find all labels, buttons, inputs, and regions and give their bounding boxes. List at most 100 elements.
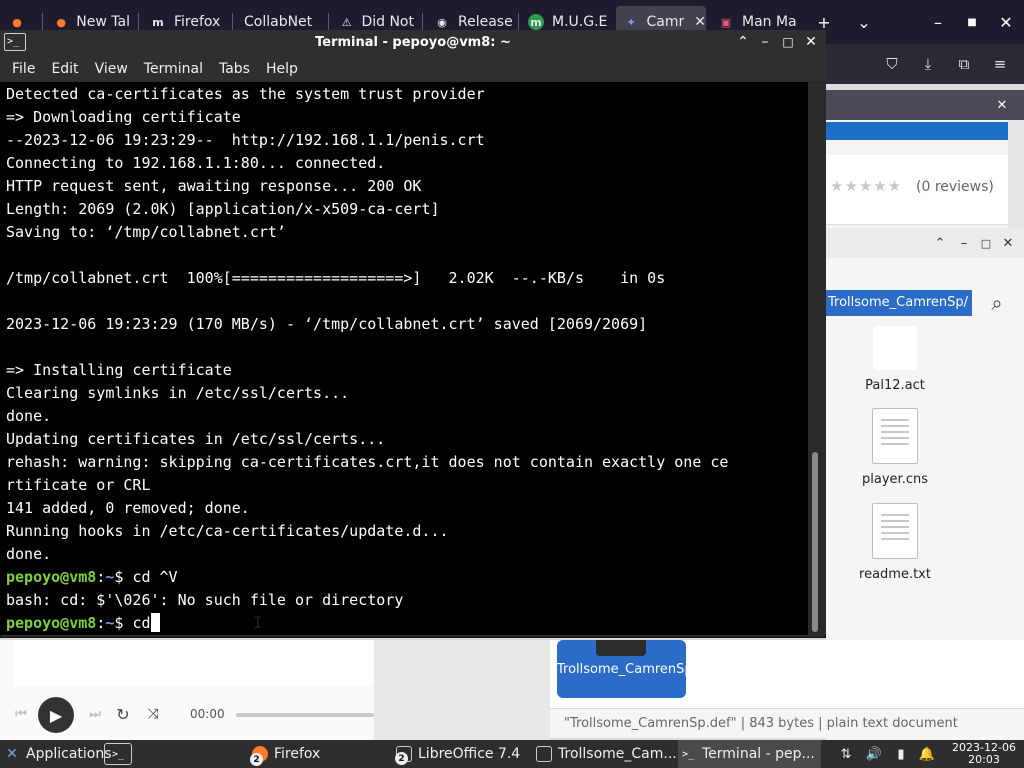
text-file-icon [872, 503, 918, 559]
terminal-launcher[interactable]: >_ [104, 740, 138, 768]
task-file-manager[interactable]: Trollsome_Cam... [536, 740, 677, 768]
text-cursor [150, 613, 160, 632]
terminal-line: Saving to: ‘/tmp/collabnet.crt’ [6, 223, 286, 241]
terminal-line: done. [6, 407, 52, 425]
seek-bar[interactable] [236, 713, 374, 717]
terminal-line: rtificate or CRL [6, 476, 151, 494]
terminal-line: ​ [6, 244, 808, 267]
task-terminal[interactable]: >_ Terminal - pep... [678, 740, 821, 768]
network-icon[interactable]: ⇅ [838, 746, 854, 762]
firefox-icon: 2 [250, 746, 268, 766]
download-icon[interactable]: ⤓ [918, 54, 938, 74]
menu-terminal[interactable]: Terminal [144, 61, 203, 77]
file-item[interactable]: Pal12.act [835, 326, 955, 393]
browser-toolbar: ⛉ ⤓ ⧉ ≡ [826, 44, 1024, 84]
minimize-button[interactable]: – [756, 33, 774, 51]
file-item[interactable]: player.cns [835, 408, 955, 487]
site-icon: ✦ [626, 15, 636, 29]
close-button[interactable]: ✕ [1000, 235, 1016, 251]
extensions-icon[interactable]: ⧉ [954, 54, 974, 74]
reviews-count: (0 reviews) [916, 179, 994, 195]
man-icon: ▣ [720, 15, 732, 29]
file-icon [596, 640, 646, 656]
task-firefox[interactable]: 2 Firefox [250, 740, 320, 768]
minimize-button[interactable]: – [956, 235, 972, 251]
pocket-icon[interactable]: ⛉ [882, 54, 902, 74]
m-green-icon: m [528, 14, 544, 30]
command-text: cd ^V [132, 568, 178, 586]
task-libreoffice[interactable]: 2 LibreOffice 7.4 [395, 740, 520, 768]
shuffle-icon[interactable]: ⤨ [144, 705, 162, 723]
menu-tabs[interactable]: Tabs [219, 61, 250, 77]
close-button[interactable]: ✕ [802, 33, 820, 51]
terminal-line: Running hooks in /etc/ca-certificates/up… [6, 522, 449, 540]
terminal-output[interactable]: Detected ca-certificates as the system t… [0, 82, 808, 635]
terminal-line: /tmp/collabnet.crt 100%[================… [6, 269, 666, 287]
ibeam-cursor-icon: I [253, 613, 263, 632]
close-tab-icon[interactable]: ✕ [694, 14, 706, 30]
terminal-line: Length: 2069 (2.0K) [application/x-x509-… [6, 200, 440, 218]
close-window-button[interactable]: ✕ [992, 8, 1020, 36]
prompt-user: pepoyo@vm8 [6, 614, 97, 632]
warning-icon: ⚠ [341, 15, 352, 29]
terminal-app-icon[interactable]: >_ [4, 33, 26, 51]
terminal-line: => Installing certificate [6, 361, 232, 379]
text-file-icon [872, 408, 918, 464]
menu-edit[interactable]: Edit [51, 61, 78, 77]
location-path-field[interactable]: Trollsome_CamrenSp/ [826, 290, 972, 316]
hamburger-menu-icon[interactable]: ≡ [990, 54, 1010, 74]
battery-icon[interactable]: ▮ [893, 746, 909, 762]
applications-icon: ✕ [6, 746, 18, 762]
shade-icon[interactable]: ⌃ [932, 235, 948, 251]
maximize-button[interactable]: □ [779, 33, 797, 51]
terminal-line: HTTP request sent, awaiting response... … [6, 177, 422, 195]
file-item[interactable]: readme.txt [835, 503, 955, 582]
file-manager-sidebar [374, 640, 550, 748]
volume-icon[interactable]: 🔊 [866, 746, 882, 762]
terminal-line: rehash: warning: skipping ca-certificate… [6, 453, 729, 471]
command-input[interactable]: cd [132, 614, 150, 632]
file-manager-titlebar: ⌃ – □ ✕ [826, 228, 1024, 258]
menu-view[interactable]: View [95, 61, 128, 77]
menu-help[interactable]: Help [266, 61, 298, 77]
terminal-titlebar[interactable]: Terminal - pepoyo@vm8: ~ [0, 30, 826, 56]
applications-menu[interactable]: ✕ Applications [4, 740, 111, 768]
window-title: Terminal - pepoyo@vm8: ~ [315, 35, 511, 50]
tab-list-chevron-icon[interactable]: ⌄ [850, 8, 878, 36]
terminal-line: Updating certificates in /etc/ssl/certs.… [6, 430, 386, 448]
m-icon: m [152, 15, 164, 29]
scrollbar-thumb[interactable] [812, 452, 818, 632]
prompt-line: pepoyo@vm8:~$ cd ^V [6, 568, 178, 586]
minimize-button[interactable]: – [924, 8, 952, 36]
maximize-button[interactable]: □ [978, 235, 994, 251]
page-scrollbar[interactable] [1008, 120, 1024, 240]
rating-stars-icon: ★★★★★ [830, 177, 903, 195]
close-icon[interactable]: ✕ [992, 95, 1012, 115]
folder-icon [536, 746, 552, 762]
repeat-icon[interactable]: ↻ [114, 705, 132, 724]
terminal-icon: >_ [681, 748, 695, 760]
terminal-line: Detected ca-certificates as the system t… [6, 85, 485, 103]
taskbar: ✕ Applications >_ 2 Firefox 2 LibreOffic… [0, 740, 1024, 768]
libreoffice-icon: 2 [395, 746, 412, 765]
page-banner [826, 122, 1008, 140]
shade-icon[interactable]: ⌃ [734, 33, 752, 51]
terminal-line: ​ [6, 290, 808, 313]
next-icon[interactable]: ⏭ [86, 705, 104, 723]
play-button[interactable]: ▶ [38, 697, 74, 733]
previous-icon[interactable]: ⏮ [12, 705, 30, 723]
terminal-icon: >_ [104, 743, 132, 765]
terminal-line: done. [6, 545, 52, 563]
clock[interactable]: 2023-12-06 20:03 [944, 742, 1024, 766]
error-line: bash: cd: $'\026': No such file or direc… [6, 591, 404, 609]
notification-bar: ✕ [826, 90, 1024, 120]
active-prompt-line[interactable]: pepoyo@vm8:~$ cd [6, 612, 808, 635]
status-bar: "Trollsome_CamrenSp.def" | 843 bytes | p… [550, 708, 1024, 738]
terminal-line: Clearing symlinks in /etc/ssl/certs... [6, 384, 350, 402]
maximize-button[interactable]: ■ [958, 8, 986, 36]
search-icon[interactable]: ⌕ [982, 288, 1012, 318]
menu-file[interactable]: File [12, 61, 35, 77]
terminal-menubar: File Edit View Terminal Tabs Help [0, 56, 826, 81]
terminal-line: ​ [6, 336, 808, 359]
notification-bell-icon[interactable]: 🔔 [919, 746, 935, 762]
